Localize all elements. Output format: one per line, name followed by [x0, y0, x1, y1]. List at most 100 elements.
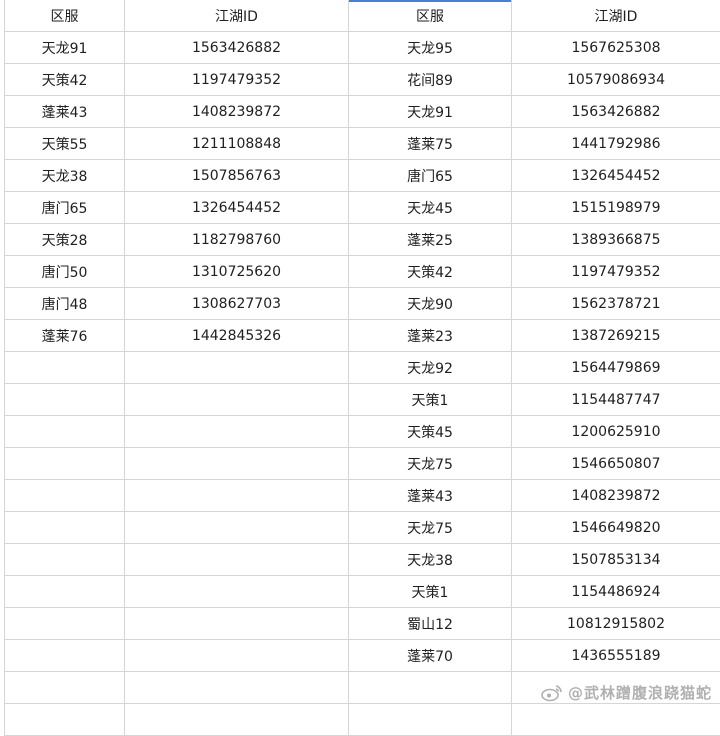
server-cell-right[interactable]: 蓬莱25 — [349, 224, 512, 256]
server-cell-right[interactable]: 天龙75 — [349, 512, 512, 544]
table-row: 蜀山1210812915802 — [5, 608, 720, 640]
server-cell-left[interactable] — [5, 480, 125, 512]
id-cell-right[interactable]: 10812915802 — [512, 608, 720, 640]
server-cell-right[interactable]: 天策45 — [349, 416, 512, 448]
server-cell-left[interactable]: 蓬莱43 — [5, 96, 125, 128]
table-body: 天龙911563426882天龙951567625308天策4211974793… — [5, 32, 720, 736]
server-cell-left[interactable] — [5, 640, 125, 672]
id-cell-right[interactable]: 1564479869 — [512, 352, 720, 384]
id-cell-right[interactable]: 1387269215 — [512, 320, 720, 352]
id-cell-right[interactable]: 1546650807 — [512, 448, 720, 480]
id-cell-left[interactable]: 1507856763 — [125, 160, 349, 192]
server-cell-left[interactable]: 唐门50 — [5, 256, 125, 288]
id-cell-left[interactable]: 1563426882 — [125, 32, 349, 64]
server-cell-left[interactable] — [5, 416, 125, 448]
server-cell-left[interactable]: 天龙91 — [5, 32, 125, 64]
server-cell-right[interactable]: 蓬莱75 — [349, 128, 512, 160]
id-cell-left[interactable] — [125, 608, 349, 640]
server-cell-right[interactable]: 蓬莱23 — [349, 320, 512, 352]
server-cell-left[interactable] — [5, 448, 125, 480]
id-cell-left[interactable] — [125, 512, 349, 544]
id-cell-left[interactable]: 1211108848 — [125, 128, 349, 160]
id-cell-right[interactable]: 1200625910 — [512, 416, 720, 448]
server-cell-right[interactable]: 天龙75 — [349, 448, 512, 480]
id-cell-left[interactable] — [125, 672, 349, 704]
id-cell-left[interactable]: 1408239872 — [125, 96, 349, 128]
table-row: 天龙751546650807 — [5, 448, 720, 480]
id-cell-left[interactable] — [125, 640, 349, 672]
server-cell-right[interactable] — [349, 704, 512, 736]
id-cell-left[interactable] — [125, 352, 349, 384]
id-cell-left[interactable] — [125, 448, 349, 480]
server-cell-left[interactable] — [5, 576, 125, 608]
table-row: 天龙921564479869 — [5, 352, 720, 384]
id-cell-right[interactable]: 1154486924 — [512, 576, 720, 608]
id-cell-left[interactable]: 1182798760 — [125, 224, 349, 256]
id-cell-left[interactable] — [125, 544, 349, 576]
server-cell-left[interactable] — [5, 352, 125, 384]
id-cell-left[interactable] — [125, 416, 349, 448]
id-cell-left[interactable] — [125, 480, 349, 512]
server-cell-left[interactable]: 唐门65 — [5, 192, 125, 224]
server-cell-right[interactable]: 蓬莱43 — [349, 480, 512, 512]
id-cell-right[interactable]: 1563426882 — [512, 96, 720, 128]
server-cell-left[interactable] — [5, 544, 125, 576]
server-cell-right[interactable]: 天龙92 — [349, 352, 512, 384]
server-cell-right[interactable]: 天龙45 — [349, 192, 512, 224]
server-cell-right[interactable]: 天策1 — [349, 384, 512, 416]
table-row: 唐门481308627703天龙901562378721 — [5, 288, 720, 320]
id-cell-left[interactable]: 1442845326 — [125, 320, 349, 352]
id-cell-right[interactable]: 1326454452 — [512, 160, 720, 192]
server-cell-left[interactable]: 天策42 — [5, 64, 125, 96]
table-row: 天龙911563426882天龙951567625308 — [5, 32, 720, 64]
column-header-server-left[interactable]: 区服 — [5, 0, 125, 32]
id-cell-right[interactable]: 1408239872 — [512, 480, 720, 512]
id-cell-left[interactable]: 1310725620 — [125, 256, 349, 288]
column-header-server-right[interactable]: 区服 — [349, 0, 512, 32]
id-cell-left[interactable] — [125, 576, 349, 608]
id-cell-left[interactable] — [125, 704, 349, 736]
server-cell-right[interactable]: 花间89 — [349, 64, 512, 96]
table-row: 蓬莱701436555189 — [5, 640, 720, 672]
server-cell-right[interactable]: 天龙95 — [349, 32, 512, 64]
id-cell-right[interactable]: 1567625308 — [512, 32, 720, 64]
server-cell-left[interactable] — [5, 512, 125, 544]
server-cell-right[interactable] — [349, 672, 512, 704]
server-cell-right[interactable]: 蜀山12 — [349, 608, 512, 640]
server-cell-left[interactable] — [5, 704, 125, 736]
server-cell-left[interactable]: 唐门48 — [5, 288, 125, 320]
server-cell-left[interactable] — [5, 384, 125, 416]
column-header-id-right[interactable]: 江湖ID — [512, 0, 720, 32]
id-cell-right[interactable]: 1389366875 — [512, 224, 720, 256]
server-cell-left[interactable] — [5, 672, 125, 704]
server-cell-right[interactable]: 天策42 — [349, 256, 512, 288]
column-header-id-left[interactable]: 江湖ID — [125, 0, 349, 32]
id-cell-left[interactable]: 1197479352 — [125, 64, 349, 96]
server-cell-left[interactable]: 天策55 — [5, 128, 125, 160]
id-cell-right[interactable]: 1436555189 — [512, 640, 720, 672]
server-cell-left[interactable]: 天龙38 — [5, 160, 125, 192]
id-cell-right[interactable]: 1507853134 — [512, 544, 720, 576]
id-cell-left[interactable] — [125, 384, 349, 416]
id-cell-right[interactable]: 1197479352 — [512, 256, 720, 288]
server-cell-right[interactable]: 天龙38 — [349, 544, 512, 576]
server-cell-right[interactable]: 蓬莱70 — [349, 640, 512, 672]
server-cell-right[interactable]: 天龙91 — [349, 96, 512, 128]
server-cell-right[interactable]: 唐门65 — [349, 160, 512, 192]
id-cell-left[interactable]: 1326454452 — [125, 192, 349, 224]
server-cell-right[interactable]: 天龙90 — [349, 288, 512, 320]
id-cell-right[interactable]: 1562378721 — [512, 288, 720, 320]
id-cell-right[interactable]: 1441792986 — [512, 128, 720, 160]
id-cell-right[interactable] — [512, 704, 720, 736]
id-cell-right[interactable]: 1515198979 — [512, 192, 720, 224]
table-row: 天龙381507856763唐门651326454452 — [5, 160, 720, 192]
server-cell-left[interactable]: 蓬莱76 — [5, 320, 125, 352]
server-cell-left[interactable] — [5, 608, 125, 640]
id-cell-right[interactable]: 1154487747 — [512, 384, 720, 416]
id-cell-left[interactable]: 1308627703 — [125, 288, 349, 320]
id-cell-right[interactable]: 1546649820 — [512, 512, 720, 544]
server-cell-left[interactable]: 天策28 — [5, 224, 125, 256]
id-cell-right[interactable]: 10579086934 — [512, 64, 720, 96]
server-cell-right[interactable]: 天策1 — [349, 576, 512, 608]
table-row: 唐门501310725620天策421197479352 — [5, 256, 720, 288]
